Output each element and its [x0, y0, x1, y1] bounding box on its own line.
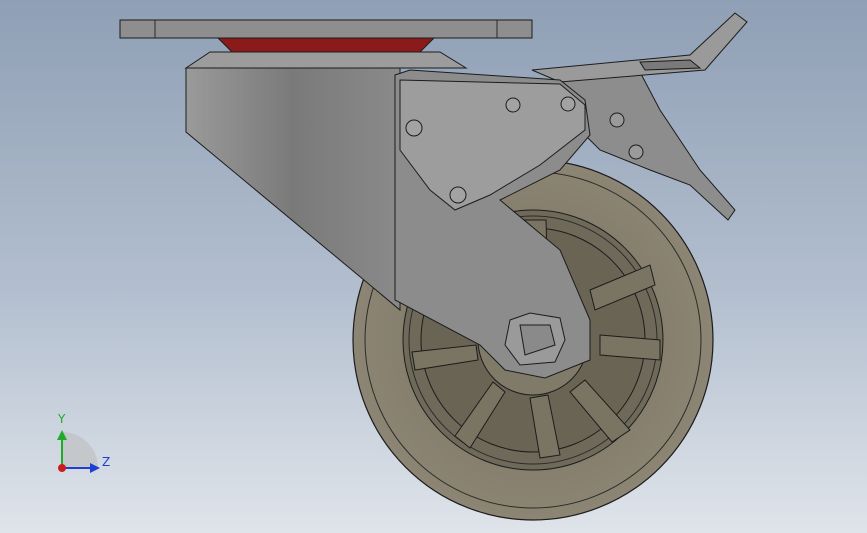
top-mounting-plate [119, 19, 533, 39]
caster-wheel-model[interactable] [0, 0, 867, 533]
swivel-mount[interactable] [119, 19, 533, 69]
orientation-triad [57, 430, 100, 473]
bracket-rivet-3 [505, 97, 521, 113]
triad-y-label: Y [58, 412, 66, 426]
swivel-bearing [184, 51, 468, 69]
rubber-pad [216, 37, 436, 53]
brake-pedal-edge [639, 59, 702, 71]
triad-quadrant [62, 432, 98, 468]
triad-z-label: Z [102, 455, 111, 469]
brake-pedal [531, 12, 748, 83]
model-viewport[interactable]: Y Z [0, 0, 867, 533]
bracket-rivet-1 [405, 119, 423, 137]
bracket-rivet-2 [449, 186, 467, 204]
fork-side-plate [185, 67, 401, 312]
triad-x-axis-dot [58, 464, 66, 472]
brake-rivet-1 [609, 112, 625, 128]
brake-rivet-2 [628, 144, 644, 160]
bracket-rivet-4 [560, 96, 576, 112]
